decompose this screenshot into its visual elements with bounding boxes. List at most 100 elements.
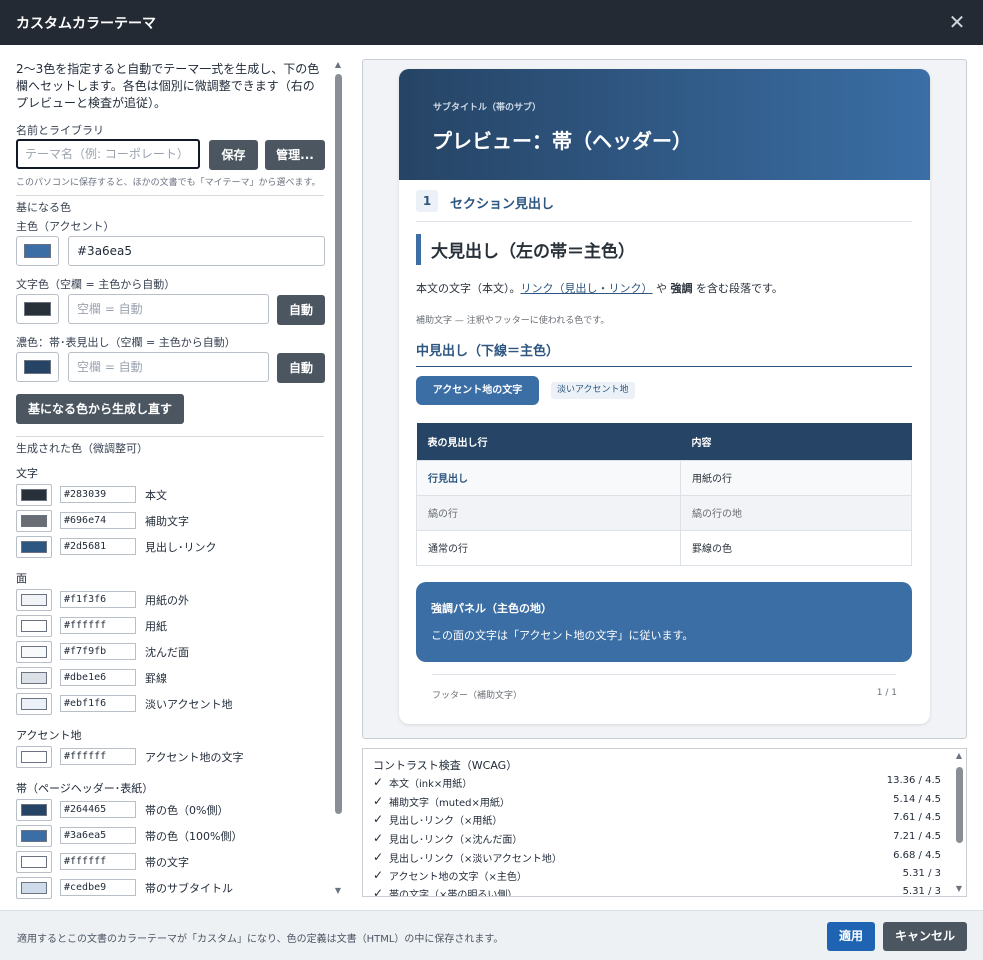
color-row: #f7f9fb 沈んだ面 bbox=[16, 641, 316, 663]
table-cell: 罫線の色 bbox=[680, 529, 912, 566]
band-title: プレビュー：帯（ヘッダー） bbox=[432, 129, 692, 153]
color-swatch[interactable] bbox=[16, 510, 52, 532]
color-swatch[interactable] bbox=[16, 641, 52, 663]
color-swatch[interactable] bbox=[16, 877, 52, 899]
preview-band: サブタイトル（帯のサブ） プレビュー：帯（ヘッダー） bbox=[399, 69, 930, 180]
scroll-thumb[interactable] bbox=[335, 74, 342, 814]
contrast-value: 5.31 / 3 bbox=[902, 886, 941, 897]
text-color-swatch[interactable] bbox=[16, 294, 59, 324]
primary-color-input[interactable]: #3a6ea5 bbox=[68, 236, 325, 266]
contrast-row: ✓ 補助文字（muted×用紙） 5.14 / 4.5 bbox=[373, 792, 941, 810]
check-icon: ✓ bbox=[373, 850, 384, 864]
save-button[interactable]: 保存 bbox=[209, 140, 258, 170]
text-color-auto-button[interactable]: 自動 bbox=[277, 295, 325, 325]
contrast-value: 13.36 / 4.5 bbox=[886, 775, 941, 786]
table-row: 縞の行 縞の行の地 bbox=[416, 494, 912, 531]
close-icon[interactable]: ✕ bbox=[945, 10, 969, 34]
check-icon: ✓ bbox=[373, 794, 384, 808]
manage-button[interactable]: 管理... bbox=[265, 140, 325, 170]
table-header: 内容 bbox=[680, 423, 912, 460]
color-swatch[interactable] bbox=[16, 615, 52, 637]
dark-color-auto-button[interactable]: 自動 bbox=[277, 353, 325, 383]
color-swatch[interactable] bbox=[16, 484, 52, 506]
hex-input[interactable]: #dbe1e6 bbox=[60, 669, 136, 686]
contrast-row: ✓ アクセント地の文字（×主色） 5.31 / 3 bbox=[373, 866, 941, 884]
dark-color-label: 濃色：帯･表見出し（空欄 = 主色から自動） bbox=[16, 336, 236, 349]
color-label: 帯のサブタイトル bbox=[145, 882, 233, 895]
color-row: #dbe1e6 罫線 bbox=[16, 667, 316, 689]
color-label: 沈んだ面 bbox=[145, 646, 189, 659]
footer-note: 適用するとこの文書のカラーテーマが「カスタム」になり、色の定義は文書（HTML）… bbox=[17, 934, 504, 945]
base-section-label: 基になる色 bbox=[16, 201, 71, 214]
color-row: #ffffff 帯の文字 bbox=[16, 851, 316, 873]
contrast-title: コントラスト検査（WCAG） bbox=[373, 759, 518, 772]
color-row: #ffffff 用紙 bbox=[16, 615, 316, 637]
table-cell: 行見出し bbox=[416, 459, 681, 496]
hex-input[interactable]: #264465 bbox=[60, 801, 136, 818]
color-swatch[interactable] bbox=[16, 851, 52, 873]
primary-color-swatch[interactable] bbox=[16, 236, 59, 266]
color-row: #283039 本文 bbox=[16, 484, 316, 506]
scroll-thumb[interactable] bbox=[956, 767, 963, 843]
color-row: #2d5681 見出し･リンク bbox=[16, 536, 316, 558]
color-swatch[interactable] bbox=[16, 746, 52, 768]
scroll-up-icon[interactable]: ▲ bbox=[332, 60, 344, 70]
hex-input[interactable]: #f7f9fb bbox=[60, 643, 136, 660]
hex-input[interactable]: #696e74 bbox=[60, 512, 136, 529]
dialog-title: カスタムカラーテーマ bbox=[16, 16, 156, 32]
custom-color-theme-dialog: カスタムカラーテーマ ✕ 2〜3色を指定すると自動でテーマ一式を生成し、下の色欄… bbox=[0, 0, 983, 960]
color-row: #f1f3f6 用紙の外 bbox=[16, 589, 316, 611]
divider bbox=[16, 436, 324, 437]
color-swatch[interactable] bbox=[16, 536, 52, 558]
color-row: #3a6ea5 帯の色（100%側） bbox=[16, 825, 316, 847]
hex-input[interactable]: #283039 bbox=[60, 486, 136, 503]
color-row: #ffffff アクセント地の文字 bbox=[16, 746, 316, 768]
left-scrollbar[interactable]: ▲ ▼ bbox=[332, 60, 344, 898]
color-swatch[interactable] bbox=[16, 799, 52, 821]
section-rule bbox=[416, 221, 912, 222]
generated-section-label: 生成された色（微調整可） bbox=[16, 442, 148, 455]
big-heading-bar bbox=[416, 234, 421, 265]
group-title-accent: アクセント地 bbox=[16, 729, 82, 742]
color-swatch[interactable] bbox=[16, 589, 52, 611]
hex-input[interactable]: #f1f3f6 bbox=[60, 591, 136, 608]
table-cell: 縞の行の地 bbox=[680, 494, 912, 531]
hex-input[interactable]: #cedbe9 bbox=[60, 879, 136, 896]
apply-button[interactable]: 適用 bbox=[827, 922, 875, 951]
contrast-row: ✓ 見出し･リンク（×用紙） 7.61 / 4.5 bbox=[373, 810, 941, 828]
body-paragraph: 本文の文字（本文）。リンク（見出し・リンク） や 強調 を含む段落です。 bbox=[416, 280, 783, 296]
contrast-name: 本文（ink×用紙） bbox=[389, 779, 473, 790]
check-icon: ✓ bbox=[373, 868, 384, 882]
color-row: #264465 帯の色（0%側） bbox=[16, 799, 316, 821]
dark-color-swatch[interactable] bbox=[16, 352, 59, 382]
scroll-down-icon[interactable]: ▼ bbox=[954, 884, 964, 894]
color-swatch[interactable] bbox=[16, 667, 52, 689]
hex-input[interactable]: #ffffff bbox=[60, 853, 136, 870]
soft-accent-chip: 淡いアクセント地 bbox=[551, 382, 635, 399]
theme-name-input[interactable]: テーマ名（例: コーポレート） bbox=[16, 139, 200, 169]
color-swatch[interactable] bbox=[16, 825, 52, 847]
scroll-up-icon[interactable]: ▲ bbox=[954, 751, 964, 761]
contrast-row: ✓ 帯の文字（×帯の明るい側） 5.31 / 3 bbox=[373, 884, 941, 897]
hex-input[interactable]: #ebf1f6 bbox=[60, 695, 136, 712]
check-icon: ✓ bbox=[373, 775, 384, 789]
contrast-scrollbar[interactable]: ▲ ▼ bbox=[954, 751, 964, 894]
hex-input[interactable]: #ffffff bbox=[60, 617, 136, 634]
hex-input[interactable]: #2d5681 bbox=[60, 538, 136, 555]
footer-rule bbox=[432, 674, 896, 675]
contrast-row: ✓ 見出し･リンク（×沈んだ面） 7.21 / 4.5 bbox=[373, 829, 941, 847]
hex-input[interactable]: #ffffff bbox=[60, 748, 136, 765]
hex-input[interactable]: #3a6ea5 bbox=[60, 827, 136, 844]
group-title-text: 文字 bbox=[16, 467, 38, 480]
dark-color-input[interactable]: 空欄 = 自動 bbox=[68, 352, 269, 382]
scroll-down-icon[interactable]: ▼ bbox=[332, 886, 344, 896]
color-swatch[interactable] bbox=[16, 693, 52, 715]
cancel-button[interactable]: キャンセル bbox=[883, 922, 967, 951]
check-icon: ✓ bbox=[373, 831, 384, 845]
text-color-input[interactable]: 空欄 = 自動 bbox=[68, 294, 269, 324]
contrast-value: 7.61 / 4.5 bbox=[893, 812, 941, 823]
contrast-name: 見出し･リンク（×沈んだ面） bbox=[389, 835, 523, 846]
regenerate-button[interactable]: 基になる色から生成し直す bbox=[16, 394, 184, 424]
preview-paper: サブタイトル（帯のサブ） プレビュー：帯（ヘッダー） 1 セクション見出し 大見… bbox=[399, 69, 930, 724]
body-link[interactable]: リンク（見出し・リンク） bbox=[521, 282, 653, 295]
